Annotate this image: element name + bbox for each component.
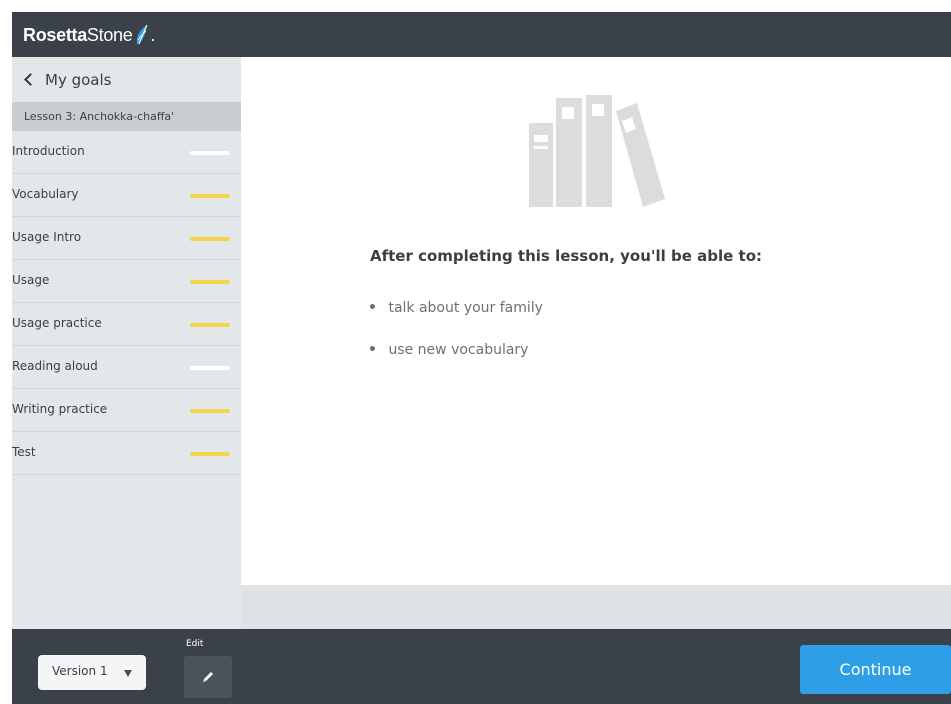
sidebar-item-introduction[interactable]: Introduction — [12, 131, 241, 174]
sidebar-item-usage-practice[interactable]: Usage practice — [12, 303, 241, 346]
sidebar-item-reading-aloud[interactable]: Reading aloud — [12, 346, 241, 389]
version-select-value: Version 1 — [52, 664, 108, 678]
progress-bar — [190, 280, 230, 284]
lesson-section-list: Introduction Vocabulary Usage Intro Usag… — [12, 131, 241, 475]
continue-button[interactable]: Continue — [800, 645, 951, 694]
progress-bar — [190, 452, 230, 456]
top-bar: Rosetta Stone . — [12, 12, 951, 57]
lesson-title: Lesson 3: Anchokka-chaffa' — [12, 102, 241, 131]
edit-label: Edit — [186, 639, 204, 649]
sidebar-item-label: Reading aloud — [12, 359, 98, 373]
sidebar-item-label: Introduction — [12, 144, 85, 158]
progress-bar — [190, 366, 230, 370]
edit-button[interactable] — [184, 656, 232, 698]
goal-text: use new vocabulary — [388, 342, 529, 358]
books-icon — [529, 95, 665, 207]
sidebar-item-writing-practice[interactable]: Writing practice — [12, 389, 241, 432]
lesson-goals-list: talk about your family use new vocabular… — [370, 297, 543, 381]
rosetta-stone-logo: Rosetta Stone . — [23, 24, 156, 45]
lesson-overview-panel: After completing this lesson, you'll be … — [241, 57, 951, 585]
sidebar-item-vocabulary[interactable]: Vocabulary — [12, 174, 241, 217]
sidebar-item-usage-intro[interactable]: Usage Intro — [12, 217, 241, 260]
bullet-icon — [370, 303, 375, 309]
goal-text: talk about your family — [388, 300, 543, 316]
sidebar-item-label: Usage — [12, 273, 50, 287]
progress-bar — [190, 151, 230, 155]
sidebar-item-label: Writing practice — [12, 402, 108, 416]
bullet-icon — [370, 345, 375, 351]
lesson-goals-heading: After completing this lesson, you'll be … — [370, 247, 763, 265]
bottom-bar: Version 1 Edit Continue — [12, 629, 951, 704]
caret-down-icon — [124, 670, 132, 677]
list-item: use new vocabulary — [370, 339, 543, 361]
back-link-label: My goals — [45, 70, 112, 89]
sidebar-item-usage[interactable]: Usage — [12, 260, 241, 303]
progress-bar — [190, 237, 230, 241]
version-select[interactable]: Version 1 — [38, 655, 146, 690]
app-frame: Rosetta Stone . My goals Lesson 3: Ancho… — [12, 12, 951, 704]
logo-stone-icon — [137, 24, 148, 45]
my-goals-back-link[interactable]: My goals — [12, 57, 241, 102]
sidebar-item-label: Usage practice — [12, 316, 102, 330]
sidebar-item-label: Vocabulary — [12, 187, 79, 201]
progress-bar — [190, 194, 230, 198]
sidebar-item-test[interactable]: Test — [12, 432, 241, 475]
pencil-icon — [203, 672, 213, 682]
sidebar-item-label: Test — [12, 445, 36, 459]
sidebar-item-label: Usage Intro — [12, 230, 82, 244]
lesson-sidebar: My goals Lesson 3: Anchokka-chaffa' Intr… — [12, 57, 241, 629]
progress-bar — [190, 409, 230, 413]
progress-bar — [190, 323, 230, 327]
chevron-left-icon — [24, 73, 37, 86]
content-footer-strip — [241, 585, 951, 629]
list-item: talk about your family — [370, 297, 543, 319]
